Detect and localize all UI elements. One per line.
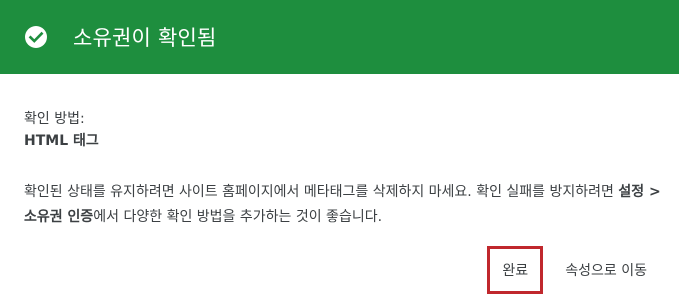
description-part2: 에서 다양한 확인 방법을 추가하는 것이 좋습니다.	[93, 209, 383, 225]
dialog-actions: 완료 속성으로 이동	[487, 246, 679, 294]
description-text: 확인된 상태를 유지하려면 사이트 홈페이지에서 메타태그를 삭제하지 마세요.…	[24, 180, 664, 230]
verification-method: 확인 방법: HTML 태그	[24, 109, 655, 151]
verification-dialog: 소유권이 확인됨 확인 방법: HTML 태그 확인된 상태를 유지하려면 사이…	[0, 0, 679, 306]
dialog-title: 소유권이 확인됨	[73, 26, 217, 50]
go-to-property-button[interactable]: 속성으로 이동	[565, 246, 647, 294]
description-part1: 확인된 상태를 유지하려면 사이트 홈페이지에서 메타태그를 삭제하지 마세요.…	[24, 184, 619, 200]
check-circle-icon	[24, 25, 48, 49]
method-label: 확인 방법:	[24, 111, 85, 127]
method-value: HTML 태그	[24, 133, 99, 149]
dialog-header: 소유권이 확인됨	[0, 0, 679, 74]
done-button[interactable]: 완료	[487, 246, 544, 294]
